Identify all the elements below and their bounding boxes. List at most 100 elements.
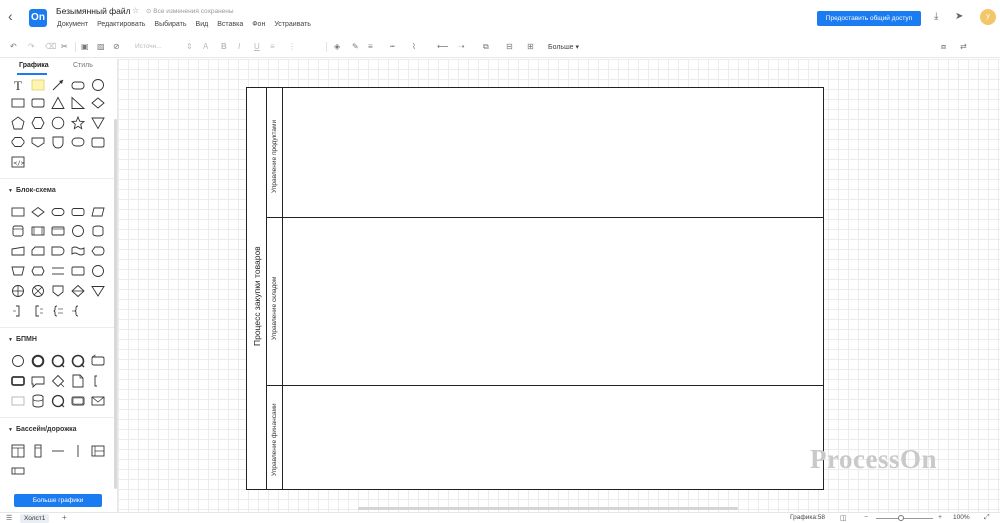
file-title[interactable]: Безымянный файл [56, 6, 131, 16]
table-icon[interactable]: ⊞ [527, 42, 534, 51]
predefined-process-shape-icon[interactable] [31, 224, 45, 238]
trapezoid-shape-icon[interactable] [31, 135, 45, 149]
manual-operation-shape-icon[interactable] [11, 264, 25, 278]
section-bpmn[interactable]: ▼ БПМН [8, 336, 37, 343]
insert-link-icon[interactable]: ⊘ [113, 42, 120, 51]
rounded-rect-shape-icon[interactable] [71, 78, 85, 92]
database-shape-icon[interactable] [11, 224, 25, 238]
arrange-icon[interactable]: ⧉ [483, 42, 489, 52]
bpmn-group-icon[interactable] [11, 394, 25, 408]
horizontal-separator-icon[interactable] [51, 444, 65, 458]
zoom-slider-track[interactable] [876, 518, 933, 519]
avatar[interactable]: y [980, 9, 996, 25]
insert-image-icon[interactable]: ▨ [97, 42, 105, 51]
data-shape-icon[interactable] [91, 205, 105, 219]
ellipse-shape-icon[interactable] [51, 116, 65, 130]
more-shapes-button[interactable]: Больше графики [14, 494, 102, 507]
section-swimlane[interactable]: ▼ Бассейн/дорожка [8, 426, 77, 433]
rounded-box-shape-icon[interactable] [31, 96, 45, 110]
swimlane-lane[interactable]: Управление финансами [267, 386, 823, 489]
redo-icon[interactable]: ↷ [28, 42, 35, 51]
section-flowchart[interactable]: ▼ Блок-схема [8, 187, 56, 194]
annotation-curly-icon[interactable] [71, 304, 85, 318]
lane-header[interactable]: Управление продуктами [267, 88, 283, 217]
line-width-icon[interactable]: ≡ [368, 42, 373, 51]
connector-style-icon[interactable]: ⌇ [412, 42, 416, 51]
vertical-lane-icon[interactable] [31, 444, 45, 458]
text-shape-icon[interactable]: T [11, 78, 25, 93]
vertical-pool-icon[interactable] [11, 444, 25, 458]
send-icon[interactable]: ➤ [955, 11, 963, 22]
bpmn-boundary-event-icon[interactable] [71, 354, 85, 368]
triangle-shape-icon[interactable] [51, 96, 65, 110]
pool-header[interactable]: Процесс закупки товаров [247, 88, 267, 489]
menu-item-select[interactable]: Выбирать [154, 21, 186, 28]
bpmn-task-icon[interactable] [91, 354, 105, 368]
bpmn-intermediate-event-icon[interactable] [51, 354, 65, 368]
arrow-line-icon[interactable] [51, 78, 65, 92]
decision-shape-icon[interactable] [31, 205, 45, 219]
undo-icon[interactable]: ↶ [10, 42, 17, 51]
panel-format-icon[interactable]: ⧈ [941, 42, 946, 52]
bpmn-call-activity-icon[interactable] [71, 394, 85, 408]
card-shape-icon[interactable] [91, 135, 105, 149]
display-shape-icon[interactable] [91, 244, 105, 258]
manual-input-shape-icon[interactable] [11, 244, 25, 258]
inverted-triangle-shape-icon[interactable] [91, 116, 105, 130]
swimlane-lane[interactable]: Управление складом [267, 218, 823, 386]
card-punch-shape-icon[interactable] [31, 244, 45, 258]
more-tools-button[interactable]: Больше ▾ [548, 43, 579, 51]
lane-header[interactable]: Управление складом [267, 218, 283, 385]
bpmn-data-object-icon[interactable] [71, 374, 85, 388]
bpmn-data-store-icon[interactable] [31, 394, 45, 408]
bold-icon[interactable]: B [221, 42, 227, 51]
add-page-icon[interactable]: + [62, 513, 67, 522]
insert-shape-icon[interactable]: ▣ [81, 42, 89, 51]
annotation-right-icon[interactable] [11, 304, 25, 318]
panel-toggle-icon[interactable]: ⇄ [960, 42, 967, 51]
arrow-end-icon[interactable]: ➝ [458, 42, 465, 51]
download-icon[interactable]: ⤓ [934, 11, 938, 22]
parallel-mode-shape-icon[interactable] [51, 264, 65, 278]
horizontal-lane-icon[interactable] [11, 464, 25, 478]
line-spacing-icon[interactable]: ⋮ [288, 42, 296, 51]
callout-shape-icon[interactable] [71, 135, 85, 149]
app-logo[interactable]: On [29, 9, 47, 27]
bpmn-event-subprocess-icon[interactable] [51, 394, 65, 408]
tab-canvas-1[interactable]: Холст1 [20, 514, 50, 523]
note-shape-icon[interactable] [31, 78, 45, 92]
arrow-start-icon[interactable]: ⟵ [437, 42, 448, 51]
font-family-select[interactable]: Источн... [135, 43, 162, 50]
font-size-select[interactable]: ⇕ [186, 42, 193, 51]
bpmn-subprocess-icon[interactable] [11, 374, 25, 388]
menu-item-edit[interactable]: Редактировать [97, 21, 145, 28]
tab-shapes[interactable]: Графика [19, 62, 49, 69]
line-style-icon[interactable]: ┅ [390, 42, 395, 51]
page-list-icon[interactable]: ☰ [6, 514, 12, 522]
swimlane-lane[interactable]: Управление продуктами [267, 88, 823, 218]
menu-item-view[interactable]: Вид [196, 21, 209, 28]
font-color-icon[interactable]: A [203, 42, 208, 51]
on-page-connector-shape-icon[interactable] [91, 264, 105, 278]
tab-style[interactable]: Стиль [73, 62, 93, 69]
align-icon[interactable]: ⊟ [506, 42, 513, 51]
horizontal-pool-icon[interactable] [91, 444, 105, 458]
format-painter-icon[interactable]: ⌫ [45, 42, 56, 51]
bpmn-start-event-icon[interactable] [11, 354, 25, 368]
swimlane-pool[interactable]: Процесс закупки товаров Управление проду… [246, 87, 824, 490]
merge-shape-icon[interactable] [91, 284, 105, 298]
annotation-brace-icon[interactable] [51, 304, 65, 318]
or-shape-icon[interactable] [11, 284, 25, 298]
star-icon[interactable]: ☆ [132, 6, 139, 15]
fullscreen-icon[interactable]: ⤢ [984, 514, 990, 522]
internal-storage-shape-icon[interactable] [51, 224, 65, 238]
tape-shape-icon[interactable] [71, 244, 85, 258]
menu-item-document[interactable]: Документ [57, 21, 88, 28]
circle-shape-icon[interactable] [91, 78, 105, 92]
star-shape-icon[interactable] [70, 115, 86, 130]
shield-shape-icon[interactable] [51, 135, 65, 149]
right-triangle-shape-icon[interactable] [71, 96, 86, 110]
connector-circle-shape-icon[interactable] [71, 224, 85, 238]
bpmn-message-envelope-icon[interactable] [91, 394, 105, 408]
annotation-left-icon[interactable] [31, 304, 45, 318]
